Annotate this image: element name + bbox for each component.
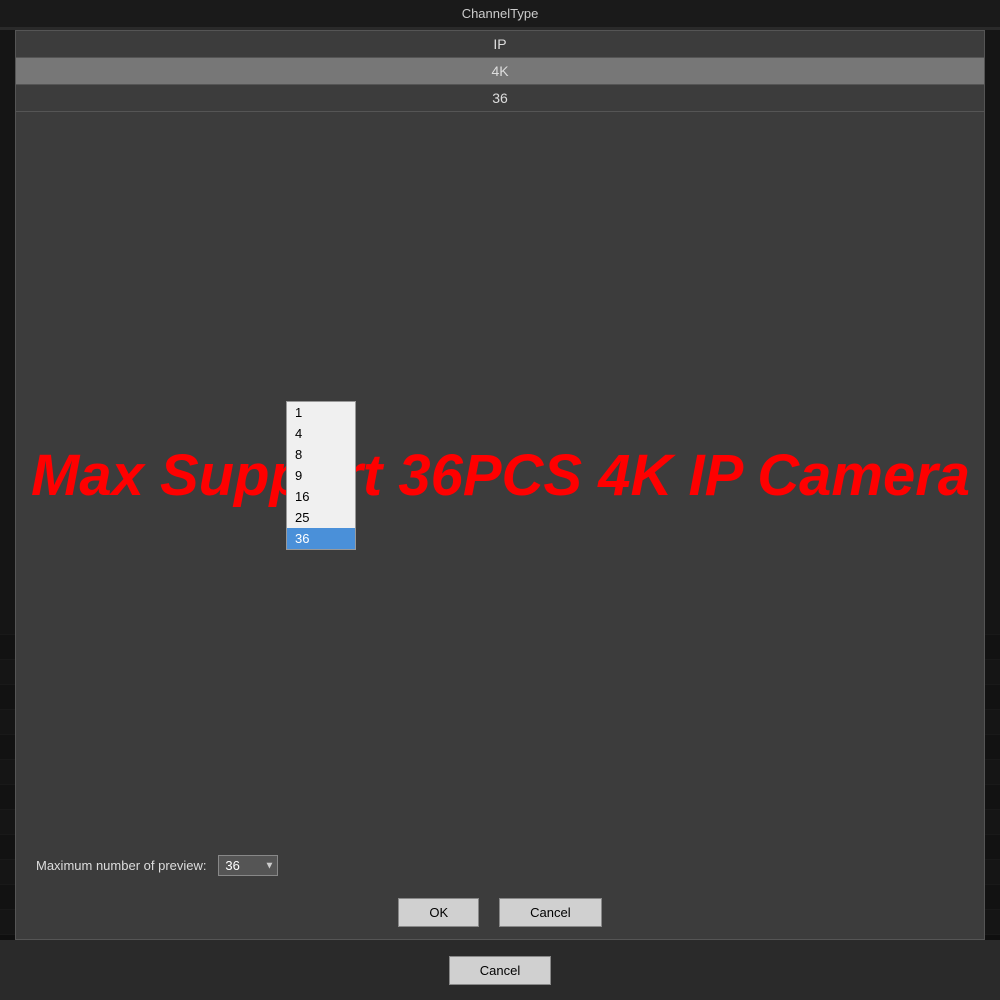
dropdown-list[interactable]: 1 4 8 9 16 25 36 bbox=[286, 401, 356, 550]
promo-area: Max Support 36PCS 4K IP Camera bbox=[16, 112, 984, 840]
ok-button[interactable]: OK bbox=[398, 898, 479, 927]
dropdown-option-36[interactable]: 36 bbox=[287, 528, 355, 549]
bottom-cancel-button[interactable]: Cancel bbox=[449, 956, 551, 985]
preview-label: Maximum number of preview: bbox=[36, 858, 207, 873]
4k-cell: 4K bbox=[16, 58, 984, 85]
ip-cell: IP bbox=[16, 31, 984, 58]
cancel-button[interactable]: Cancel bbox=[499, 898, 601, 927]
dropdown-option-25[interactable]: 25 bbox=[287, 507, 355, 528]
dropdown-option-9[interactable]: 9 bbox=[287, 465, 355, 486]
36-cell: 36 bbox=[16, 85, 984, 112]
dropdown-option-1[interactable]: 1 bbox=[287, 402, 355, 423]
dropdown-option-16[interactable]: 16 bbox=[287, 486, 355, 507]
preview-select-wrapper[interactable]: 1489162536 ▼ bbox=[218, 855, 278, 876]
channel-type-table: IP 4K 36 bbox=[16, 31, 984, 112]
title-bar: ChannelType bbox=[0, 0, 1000, 27]
dropdown-option-8[interactable]: 8 bbox=[287, 444, 355, 465]
bottom-cancel-area: Cancel bbox=[0, 940, 1000, 1000]
title-text: ChannelType bbox=[462, 6, 539, 21]
promo-text: Max Support 36PCS 4K IP Camera bbox=[31, 444, 970, 508]
dropdown-option-4[interactable]: 4 bbox=[287, 423, 355, 444]
modal-buttons: OK Cancel bbox=[16, 886, 984, 939]
table-row-4k[interactable]: 4K bbox=[16, 58, 984, 85]
table-row-ip[interactable]: IP bbox=[16, 31, 984, 58]
table-row-36[interactable]: 36 bbox=[16, 85, 984, 112]
modal-dialog: IP 4K 36 Max Support 36PCS 4K IP Camera … bbox=[15, 30, 985, 940]
preview-area: Maximum number of preview: 1489162536 ▼ bbox=[16, 840, 984, 886]
preview-select[interactable]: 1489162536 bbox=[218, 855, 278, 876]
